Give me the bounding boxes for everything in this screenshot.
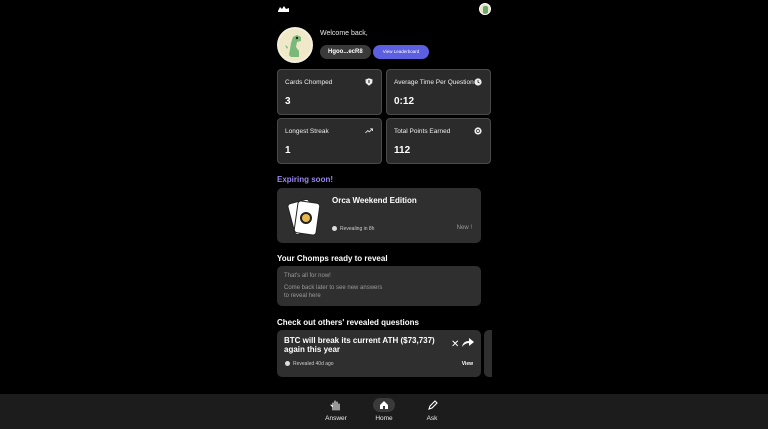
expiring-title: Expiring soon! xyxy=(277,175,333,184)
close-icon[interactable]: ✕ xyxy=(451,340,459,350)
home-icon xyxy=(373,398,395,412)
trending-up-icon xyxy=(365,128,373,134)
reveal-timer: Revealing in 8h xyxy=(332,226,374,232)
nav-ask[interactable]: Ask xyxy=(417,398,447,422)
chomp-logo-icon[interactable] xyxy=(277,5,290,13)
stat-value: 112 xyxy=(394,145,411,156)
nav-label: Home xyxy=(375,415,393,422)
next-question-card[interactable] xyxy=(484,330,492,377)
stat-label: Cards Chomped xyxy=(285,79,333,86)
new-badge: New ! xyxy=(456,225,472,231)
nav-home[interactable]: Home xyxy=(369,398,399,422)
revealed-text: Revealed 40d ago xyxy=(293,361,334,367)
welcome-text: Welcome back, xyxy=(320,30,368,37)
stat-label: Total Points Earned xyxy=(394,128,451,135)
stat-value: 0:12 xyxy=(394,96,415,107)
deck-title: Orca Weekend Edition xyxy=(332,196,417,205)
empty-line-1: That's all for now! xyxy=(284,273,331,279)
timer-icon xyxy=(332,226,337,232)
wallet-handle[interactable]: Hgoo...ecR8 xyxy=(320,45,371,59)
view-button[interactable]: View xyxy=(462,361,473,367)
share-icon[interactable] xyxy=(461,336,475,348)
stat-label: Average Time Per Question xyxy=(394,79,474,86)
avatar xyxy=(277,27,313,63)
nav-label: Ask xyxy=(426,415,438,422)
stat-longest-streak: Longest Streak 1 xyxy=(277,118,382,164)
shield-icon xyxy=(365,78,373,86)
revealed-question-card[interactable]: BTC will break its current ATH ($73,737)… xyxy=(277,330,481,377)
deck-cards-icon xyxy=(287,198,321,236)
stat-value: 1 xyxy=(285,145,291,156)
points-icon xyxy=(474,127,482,135)
question-text: BTC will break its current ATH ($73,737)… xyxy=(284,336,435,354)
chomps-title: Your Chomps ready to reveal xyxy=(277,254,388,263)
stat-value: 3 xyxy=(285,96,291,107)
bottom-navigation: Answer Home Ask xyxy=(0,394,768,429)
nav-answer[interactable]: Answer xyxy=(321,398,351,422)
pencil-icon xyxy=(428,400,438,410)
user-avatar-icon[interactable] xyxy=(479,3,491,15)
stat-average-time: Average Time Per Question 0:12 xyxy=(386,69,491,115)
stat-total-points: Total Points Earned 112 xyxy=(386,118,491,164)
dinosaur-avatar-icon xyxy=(285,35,301,57)
view-leaderboard-button[interactable]: View Leaderboard xyxy=(373,45,429,59)
expiring-deck-card[interactable]: Orca Weekend Edition Revealing in 8h New… xyxy=(277,188,481,243)
revealed-time: Revealed 40d ago xyxy=(285,361,334,367)
hand-icon xyxy=(330,400,340,411)
stat-cards-chomped: Cards Chomped 3 xyxy=(277,69,382,115)
nav-label: Answer xyxy=(325,415,347,422)
empty-line-2: Come back later to see new answers to re… xyxy=(284,285,383,299)
timer-icon xyxy=(285,361,290,367)
chomps-empty-state: That's all for now! Come back later to s… xyxy=(277,266,481,306)
clock-icon xyxy=(474,78,482,86)
stat-label: Longest Streak xyxy=(285,128,329,135)
reveal-text: Revealing in 8h xyxy=(340,226,375,232)
others-title: Check out others' revealed questions xyxy=(277,318,419,327)
